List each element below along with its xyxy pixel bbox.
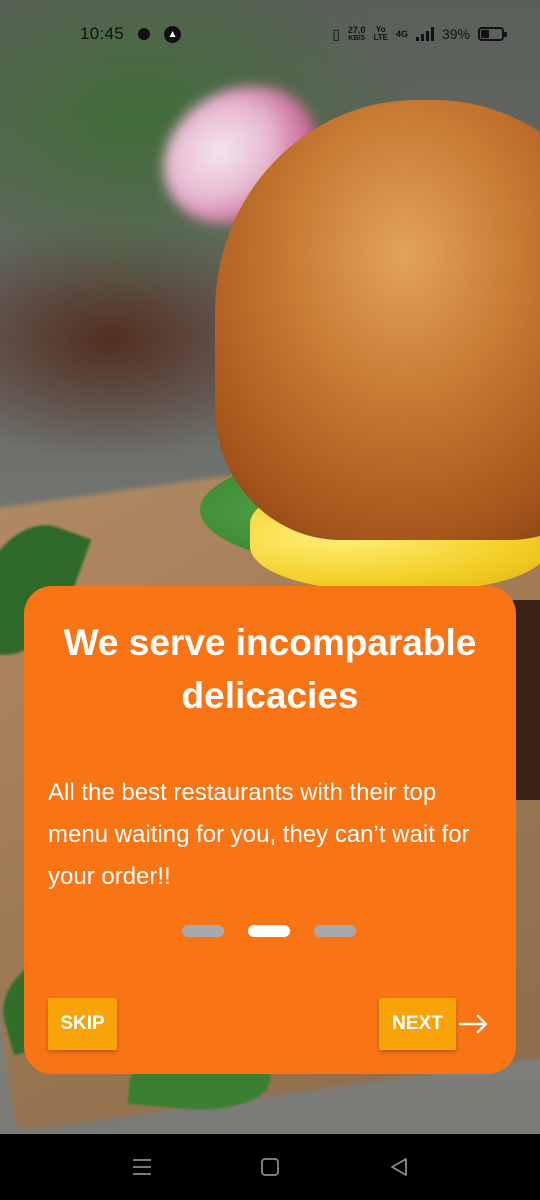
- volte-indicator: Yo LTE: [373, 26, 388, 42]
- status-right-group: ▯ 27.0 KB/S Yo LTE 4G 39%: [332, 24, 507, 43]
- page-dot: [182, 925, 224, 937]
- skip-button[interactable]: SKIP: [48, 998, 117, 1050]
- page-dot-active: [248, 925, 290, 937]
- page-dot: [314, 925, 356, 937]
- home-icon[interactable]: [257, 1154, 283, 1180]
- status-bar: 10:45 ▲ ▯ 27.0 KB/S Yo LTE 4G 39%: [0, 0, 540, 68]
- signal-icon: [415, 27, 434, 41]
- next-button[interactable]: NEXT: [379, 998, 456, 1050]
- onboarding-title: We serve incomparable delicacies: [63, 622, 477, 716]
- net-speed: 27.0 KB/S: [347, 24, 366, 43]
- back-icon[interactable]: [386, 1154, 412, 1180]
- onboarding-card: We serve incomparable delicacies All the…: [24, 586, 516, 1074]
- battery-fill: [481, 30, 489, 38]
- app-notification-icon: ▲: [164, 25, 182, 43]
- onboarding-description: All the best restaurants with their top …: [48, 779, 470, 890]
- arrow-right-icon[interactable]: [458, 1008, 490, 1040]
- system-nav-bar: [0, 1134, 540, 1200]
- page-indicator: [182, 925, 356, 937]
- battery-icon: [478, 27, 507, 41]
- status-time: 10:45: [80, 24, 125, 43]
- battery-percent: 39%: [441, 26, 470, 42]
- notification-icon: [138, 28, 151, 40]
- net-speed-value: 27.0: [347, 24, 366, 35]
- net-speed-unit: KB/S: [348, 34, 366, 42]
- vibrate-icon: ▯: [332, 25, 340, 42]
- volte-bottom: LTE: [373, 33, 388, 42]
- network-type: 4G: [395, 29, 408, 39]
- menu-icon[interactable]: [129, 1154, 155, 1180]
